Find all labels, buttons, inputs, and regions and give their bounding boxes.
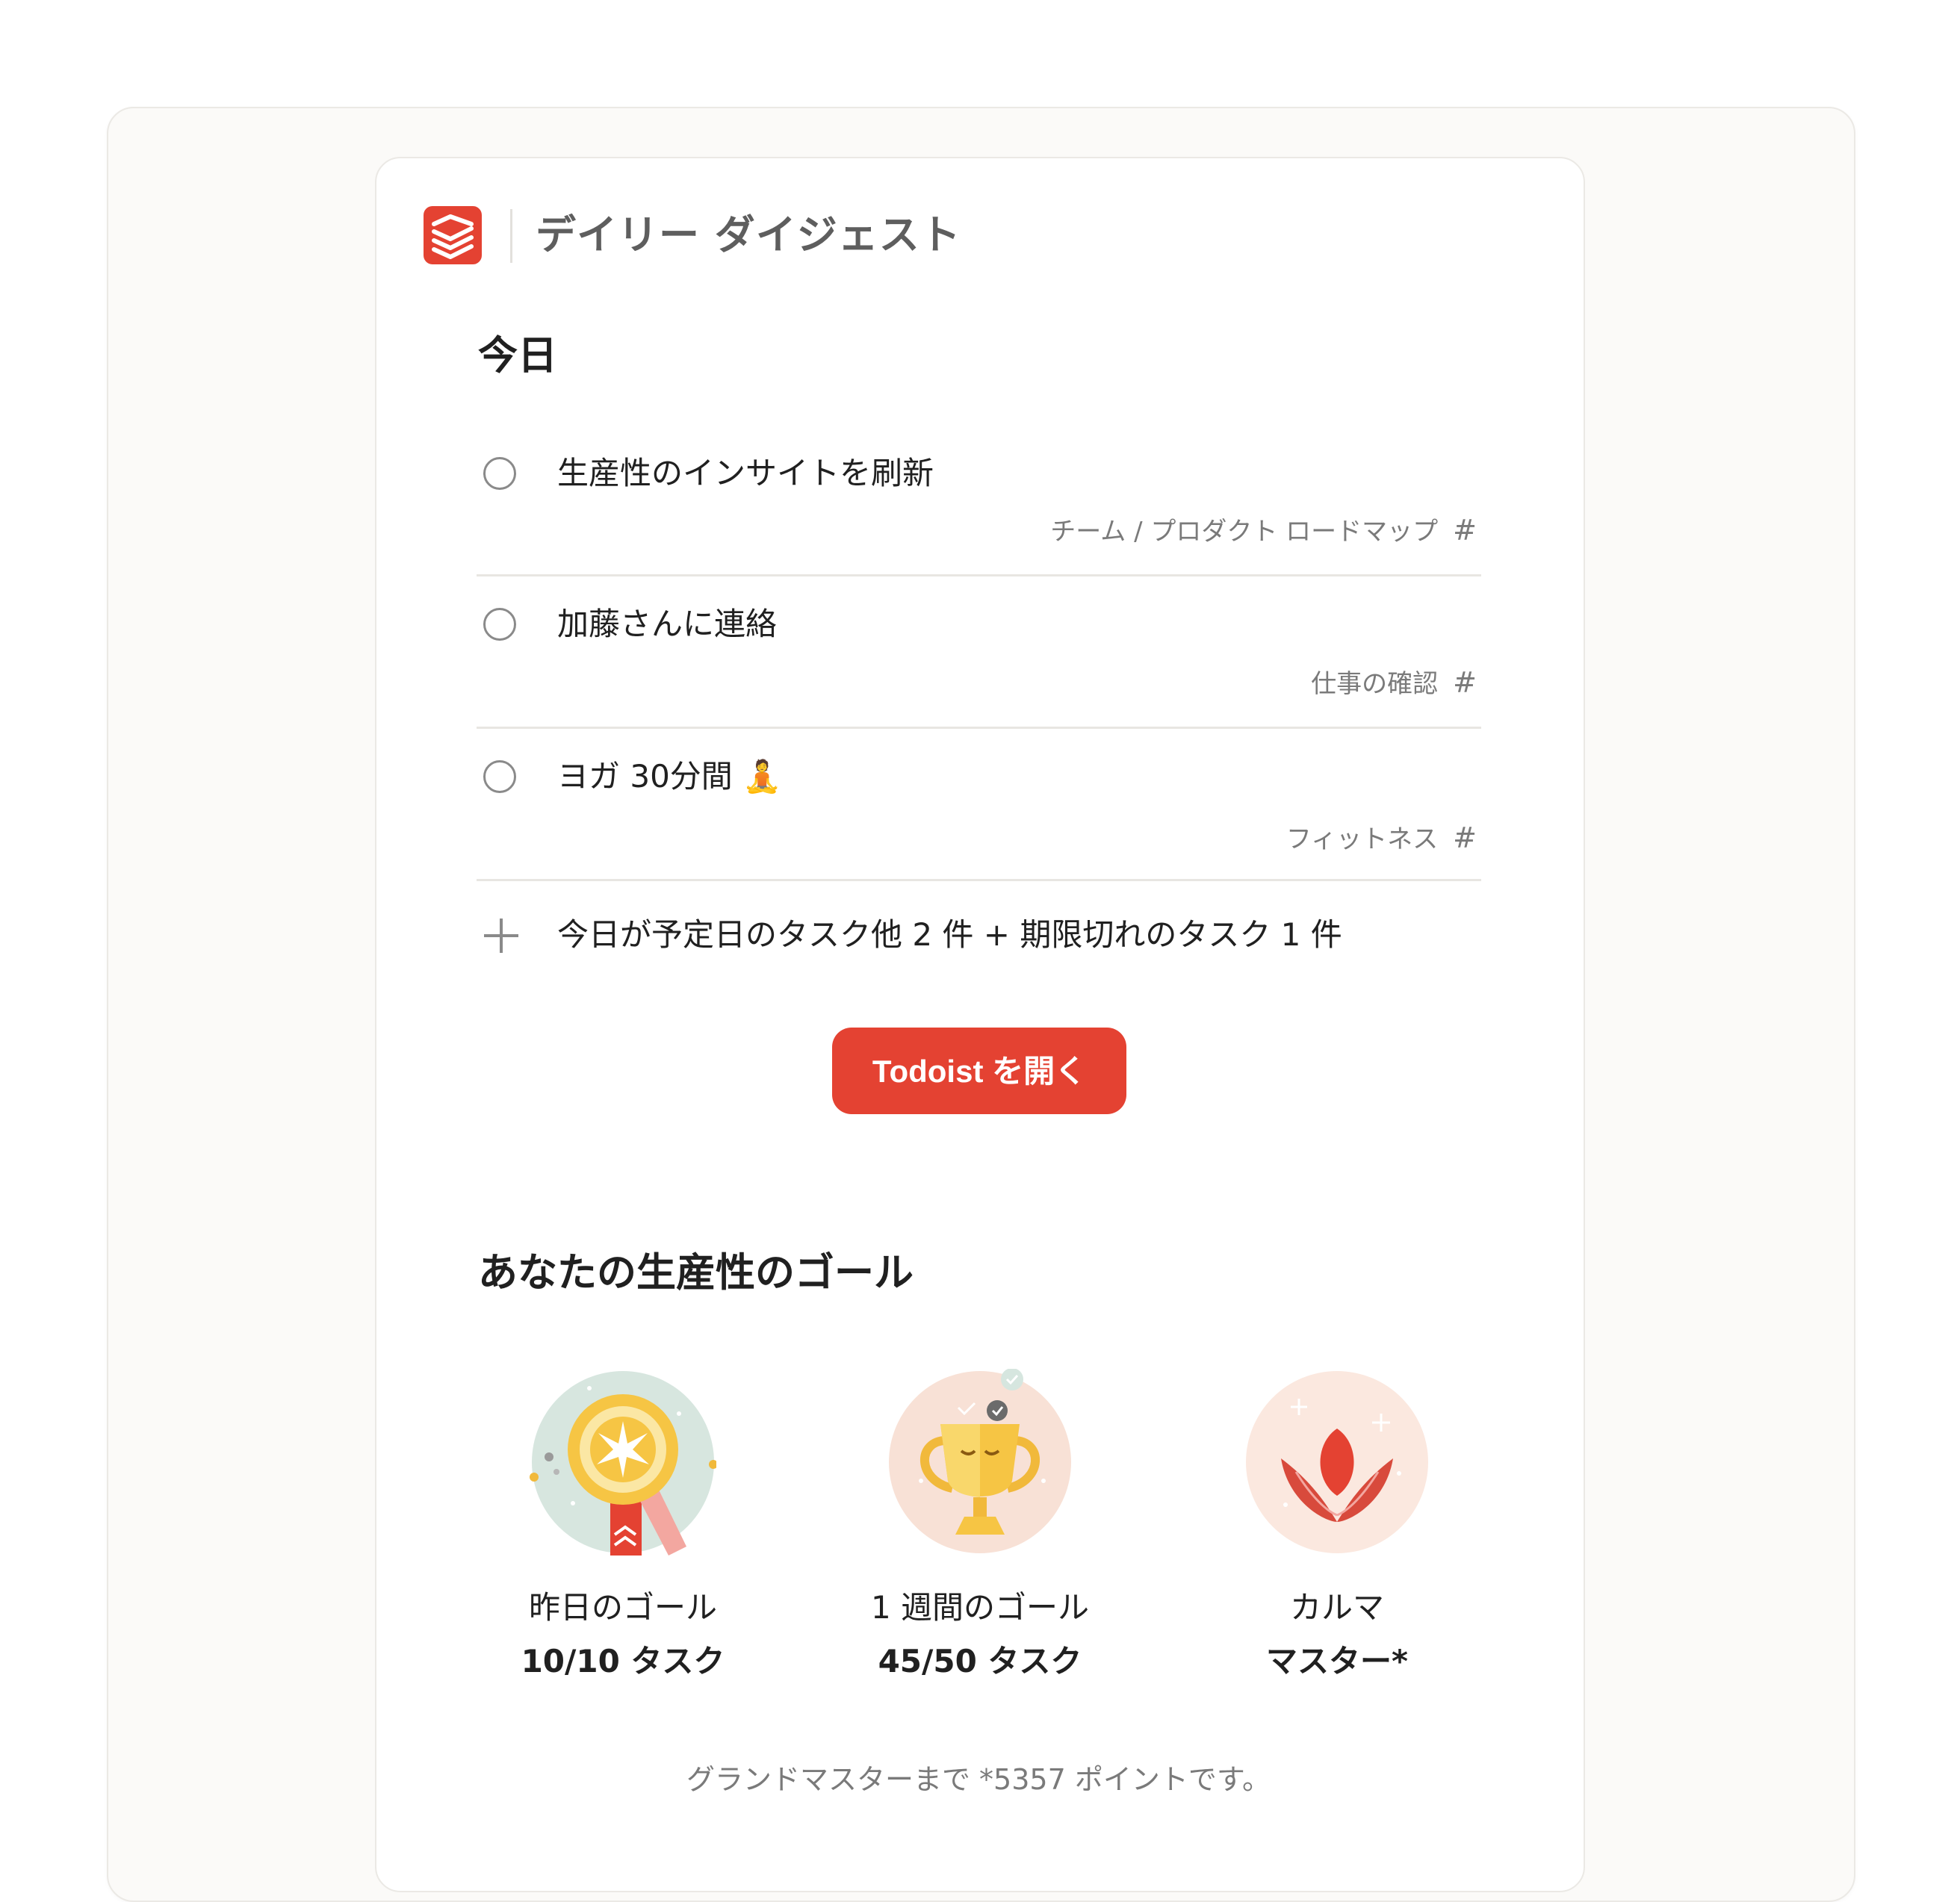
goals-heading: あなたの生産性のゴール bbox=[478, 1250, 914, 1296]
task-checkbox[interactable] bbox=[483, 608, 516, 641]
digest-title: デイリー ダイジェスト bbox=[536, 211, 961, 258]
more-tasks-row[interactable]: 今日が予定日のタスク他 2 件 + 期限切れのタスク 1 件 bbox=[478, 911, 1483, 959]
task-checkbox[interactable] bbox=[483, 760, 516, 793]
goal-value: 10/10 タスク bbox=[521, 1643, 725, 1679]
plus-icon bbox=[484, 919, 518, 953]
goal-value: マスター* bbox=[1266, 1643, 1408, 1679]
task-project-label: チーム / プロダクト ロードマップ bbox=[1050, 517, 1439, 547]
task-project[interactable]: チーム / プロダクト ロードマップ # bbox=[1050, 514, 1477, 548]
goal-value: 45/50 タスク bbox=[878, 1643, 1082, 1679]
goal-karma: カルマ マスター* bbox=[1188, 1363, 1486, 1691]
task-project[interactable]: フィットネス # bbox=[1286, 821, 1477, 856]
karma-footnote: グランドマスターまで *5357 ポイントです。 bbox=[686, 1763, 1271, 1796]
header-divider bbox=[510, 209, 512, 263]
task-row[interactable]: 加藤さんに連絡 仕事の確認 # bbox=[477, 576, 1481, 729]
goal-label: 昨日のゴール bbox=[528, 1589, 717, 1626]
goal-label: カルマ bbox=[1289, 1589, 1384, 1626]
karma-flower-icon bbox=[1246, 1371, 1428, 1553]
ribbon-medal-icon bbox=[530, 1371, 716, 1556]
hash-icon: # bbox=[1453, 821, 1477, 854]
more-tasks-text[interactable]: 今日が予定日のタスク他 2 件 + 期限切れのタスク 1 件 bbox=[557, 914, 1342, 956]
task-project[interactable]: 仕事の確認 # bbox=[1311, 666, 1477, 700]
task-project-label: フィットネス bbox=[1286, 824, 1439, 854]
task-checkbox[interactable] bbox=[483, 457, 516, 490]
task-name[interactable]: 生産性のインサイトを刷新 bbox=[557, 453, 934, 494]
goal-week: 1 週間のゴール 45/50 タスク bbox=[831, 1363, 1129, 1691]
todoist-logo-icon bbox=[424, 206, 482, 264]
hash-icon: # bbox=[1453, 514, 1477, 547]
divider bbox=[477, 879, 1481, 881]
goal-label: 1 週間のゴール bbox=[870, 1589, 1090, 1626]
task-name[interactable]: 加藤さんに連絡 bbox=[557, 603, 777, 645]
open-todoist-button[interactable]: Todoist を開く bbox=[832, 1028, 1126, 1114]
task-row[interactable]: 生産性のインサイトを刷新 チーム / プロダクト ロードマップ # bbox=[477, 424, 1481, 576]
goal-yesterday: 昨日のゴール 10/10 タスク bbox=[474, 1363, 772, 1691]
trophy-icon bbox=[889, 1369, 1071, 1553]
task-project-label: 仕事の確認 bbox=[1311, 669, 1439, 699]
today-heading: 今日 bbox=[478, 333, 557, 379]
hash-icon: # bbox=[1453, 666, 1477, 699]
task-row[interactable]: ヨガ 30分間 🧘 フィットネス # bbox=[477, 729, 1481, 881]
task-name[interactable]: ヨガ 30分間 🧘 bbox=[557, 756, 781, 798]
